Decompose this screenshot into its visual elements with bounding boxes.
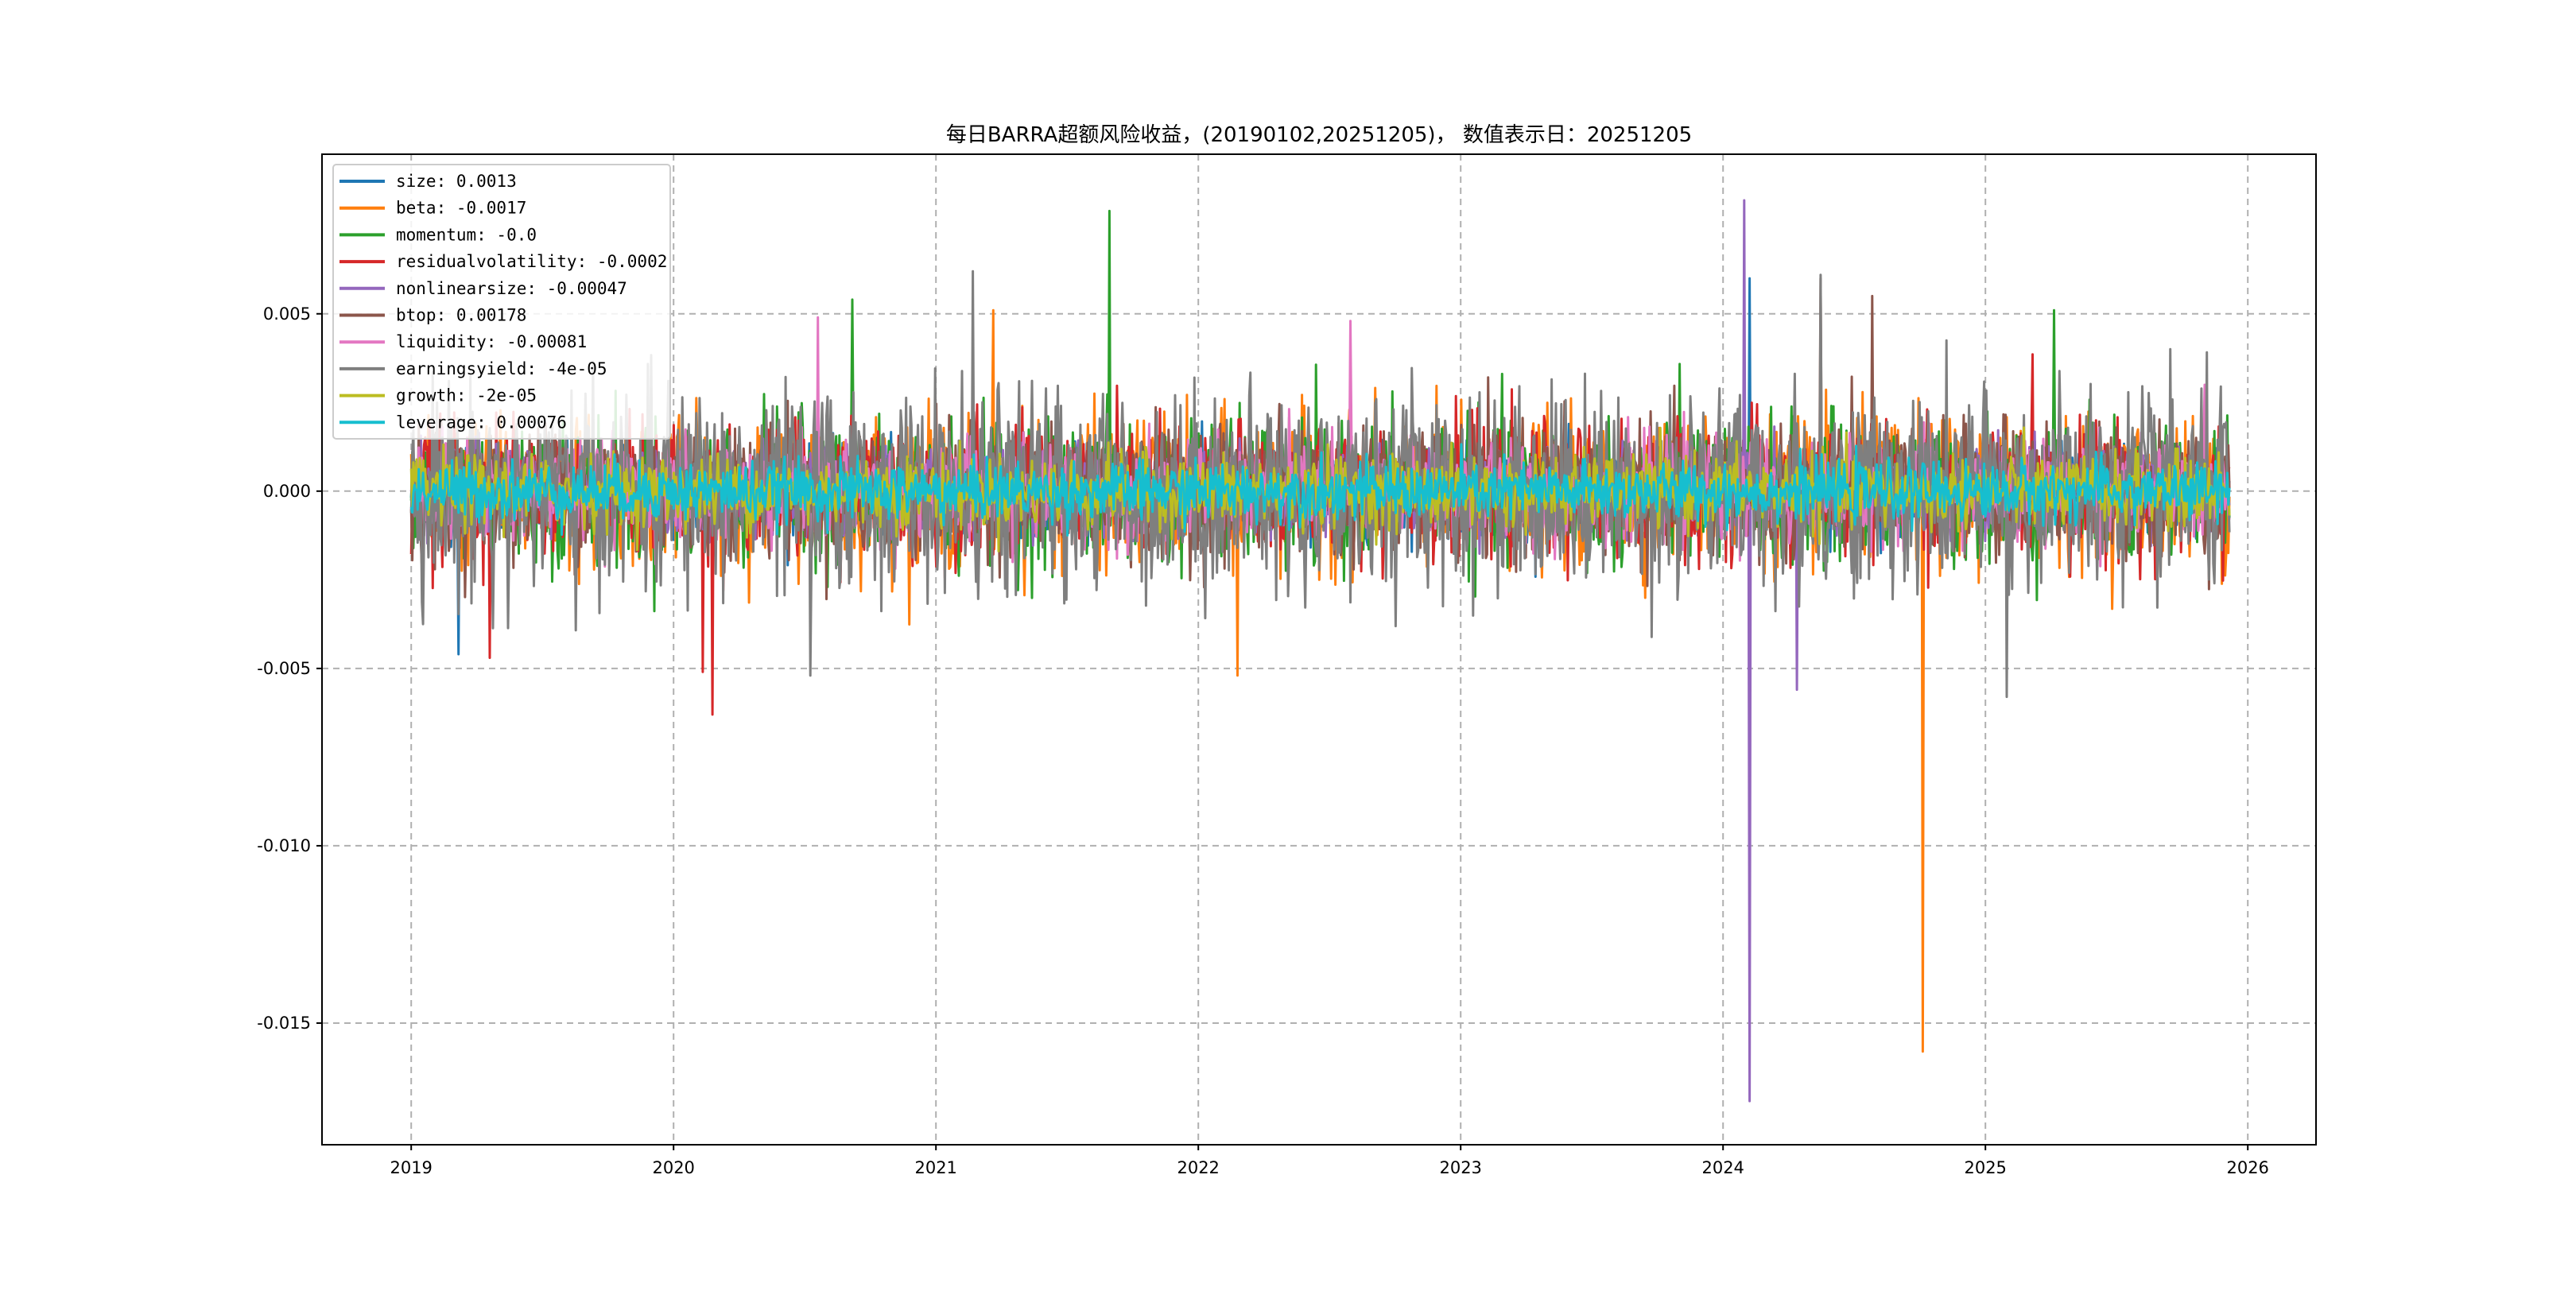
legend-label-growth: growth: -2e-05: [396, 386, 537, 405]
y-tick-label: 0.005: [263, 304, 311, 324]
legend-label-btop: btop: 0.00178: [396, 306, 526, 325]
x-tick-label: 2019: [390, 1158, 432, 1177]
plot-lines: [409, 199, 2231, 1103]
legend-label-nonlinearsize: nonlinearsize: -0.00047: [396, 279, 627, 298]
x-axis: 2019 2020 2021 2022 2023 2024 2025 2026: [390, 1145, 2269, 1177]
legend-label-beta: beta: -0.0017: [396, 199, 526, 218]
legend-label-size: size: 0.0013: [396, 172, 517, 191]
y-tick-label: -0.010: [257, 836, 311, 855]
y-tick-label: -0.005: [257, 659, 311, 678]
x-tick-label: 2023: [1439, 1158, 1481, 1177]
chart-title: 每日BARRA超额风险收益，(20190102,20251205)， 数值表示日…: [946, 123, 1692, 147]
legend-label-earningsyield: earningsyield: -4e-05: [396, 359, 607, 378]
series-line-nonlinearsize: [409, 199, 2231, 1103]
legend-label-momentum: momentum: -0.0: [396, 225, 537, 244]
x-tick-label: 2025: [1964, 1158, 2006, 1177]
x-tick-label: 2026: [2226, 1158, 2268, 1177]
chart: 每日BARRA超额风险收益，(20190102,20251205)， 数值表示日…: [257, 123, 2317, 1177]
y-axis: 0.005 0.000 -0.005 -0.010 -0.015: [257, 304, 322, 1033]
legend-label-leverage: leverage: 0.00076: [396, 413, 567, 432]
legend-label-liquidity: liquidity: -0.00081: [396, 332, 587, 351]
y-tick-label: 0.000: [263, 482, 311, 501]
y-tick-label: -0.015: [257, 1014, 311, 1033]
legend: size: 0.0013 beta: -0.0017 momentum: -0.0 r…: [332, 164, 671, 440]
x-tick-label: 2021: [914, 1158, 956, 1177]
x-tick-label: 2024: [1701, 1158, 1744, 1177]
legend-label-residualvolatility: residualvolatility: -0.0002: [396, 252, 667, 271]
x-tick-label: 2022: [1177, 1158, 1219, 1177]
x-tick-label: 2020: [652, 1158, 694, 1177]
